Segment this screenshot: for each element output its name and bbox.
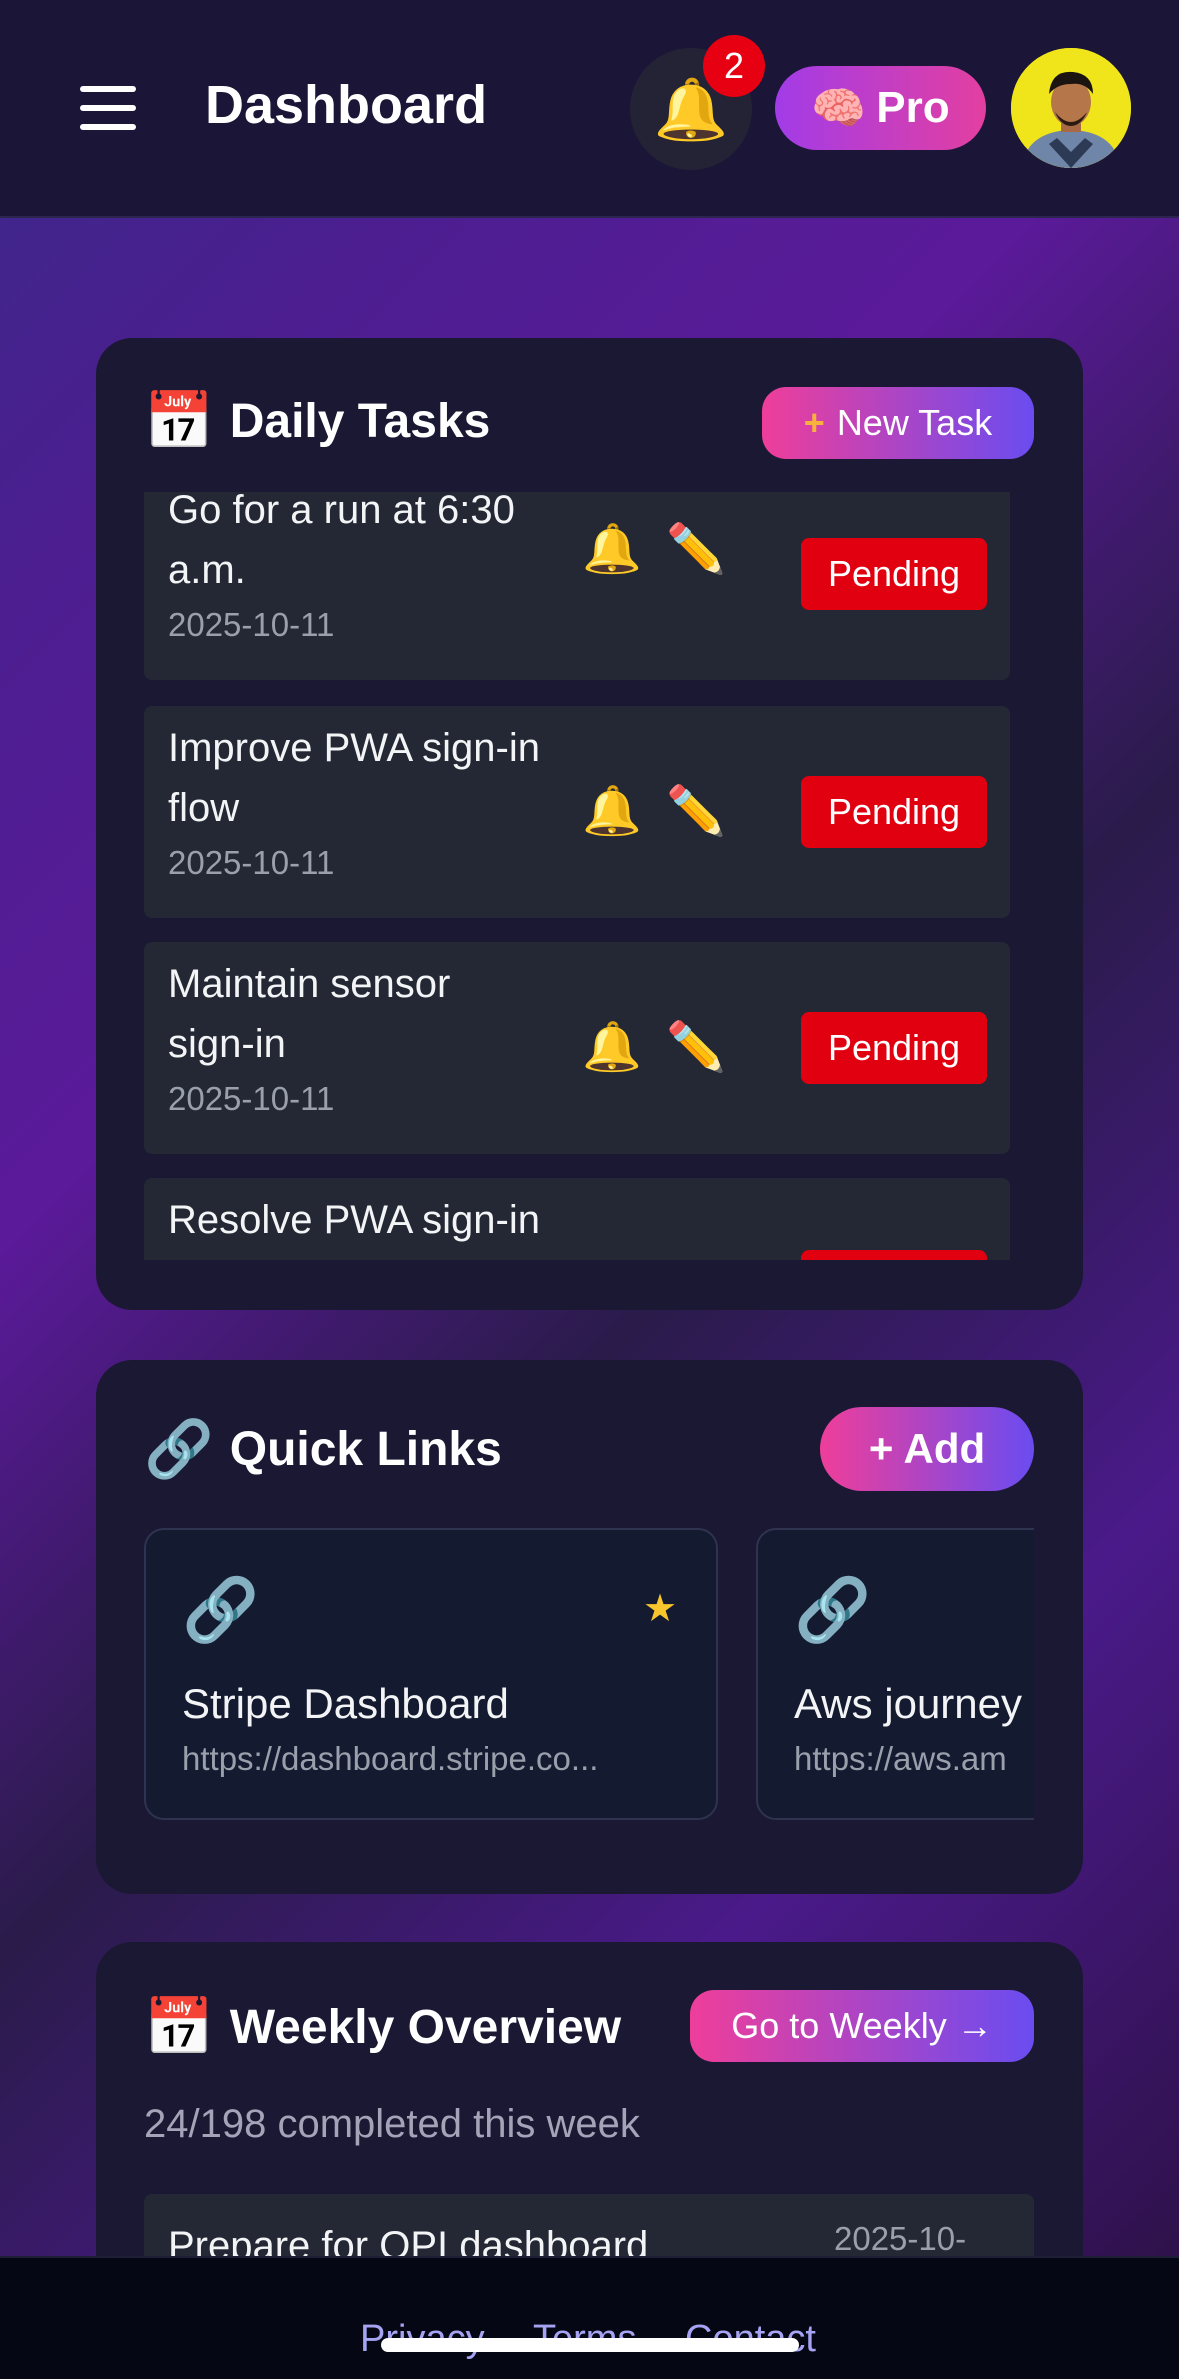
weekly-heading: 📅 Weekly Overview: [144, 1994, 621, 2060]
edit-pencil-icon[interactable]: ✏️: [666, 782, 726, 839]
task-item[interactable]: Maintain sensor sign-in 2025-10-11 🔔 ✏️ …: [144, 942, 1010, 1154]
task-date: 2025-10-11: [168, 606, 335, 643]
task-list[interactable]: Go for a run at 6:30 a.m. 2025-10-11 🔔 ✏…: [144, 492, 1010, 1260]
footer: Privacy Terms Contact: [0, 2256, 1179, 2379]
link-url: https://dashboard.stripe.co...: [182, 1740, 599, 1777]
calendar-icon: 📅: [144, 389, 214, 452]
home-indicator[interactable]: [381, 2338, 799, 2352]
quick-links-card: 🔗 Quick Links + Add 🔗 ★ Stripe Dashboard…: [96, 1360, 1083, 1894]
quick-links-heading: 🔗 Quick Links: [144, 1416, 502, 1482]
go-to-weekly-button[interactable]: Go to Weekly →: [690, 1990, 1034, 2062]
task-item[interactable]: Go for a run at 6:30 a.m. 2025-10-11 🔔 ✏…: [144, 492, 1010, 680]
reminder-bell-icon[interactable]: 🔔: [582, 782, 642, 839]
weekly-task-date: 2025-10-: [834, 2220, 967, 2257]
app-header: Dashboard 🔔 2 🧠 Pro: [0, 0, 1179, 218]
link-name: Stripe Dashboard: [182, 1680, 509, 1727]
status-badge[interactable]: [801, 1250, 987, 1260]
new-task-label: New Task: [836, 402, 993, 443]
edit-pencil-icon[interactable]: ✏️: [666, 1018, 726, 1075]
daily-tasks-heading: 📅 Daily Tasks: [144, 388, 490, 454]
reminder-bell-icon[interactable]: 🔔: [582, 520, 642, 577]
notification-count-badge: 2: [703, 35, 765, 97]
brain-icon: 🧠: [811, 84, 867, 133]
status-badge[interactable]: Pending: [801, 538, 987, 610]
edit-pencil-icon[interactable]: ✏️: [666, 520, 726, 577]
status-badge[interactable]: Pending: [801, 776, 987, 848]
weekly-title: Weekly Overview: [229, 2000, 622, 2054]
link-card[interactable]: 🔗 ★ Stripe Dashboard https://dashboard.s…: [144, 1528, 718, 1820]
pro-button[interactable]: 🧠 Pro: [775, 66, 986, 150]
task-date: 2025-10-11: [168, 1080, 335, 1117]
add-link-button[interactable]: + Add: [820, 1407, 1034, 1491]
task-name: Resolve PWA sign-in: [168, 1198, 540, 1242]
pro-label: Pro: [876, 83, 950, 132]
status-badge[interactable]: Pending: [801, 1012, 987, 1084]
task-name: Improve PWA sign-in flow: [168, 726, 540, 830]
avatar[interactable]: [1011, 48, 1131, 168]
page-title: Dashboard: [205, 75, 488, 135]
link-icon: 🔗: [794, 1576, 872, 1645]
quick-links-title: Quick Links: [229, 1422, 502, 1476]
quick-links-carousel[interactable]: 🔗 ★ Stripe Dashboard https://dashboard.s…: [144, 1528, 1034, 1828]
menu-icon[interactable]: [80, 86, 136, 130]
link-card[interactable]: 🔗 Aws journey https://aws.am: [756, 1528, 1034, 1820]
task-item[interactable]: Resolve PWA sign-in: [144, 1178, 1010, 1260]
plus-icon: +: [803, 402, 825, 443]
task-item[interactable]: Improve PWA sign-in flow 2025-10-11 🔔 ✏️…: [144, 706, 1010, 918]
avatar-photo: [1011, 48, 1131, 168]
task-name: Maintain sensor sign-in: [168, 962, 451, 1066]
daily-tasks-card: 📅 Daily Tasks + New Task Go for a run at…: [96, 338, 1083, 1310]
calendar-icon: 📅: [144, 1995, 214, 2058]
task-date: 2025-10-11: [168, 844, 335, 881]
link-url: https://aws.am: [794, 1740, 1007, 1777]
daily-tasks-title: Daily Tasks: [229, 394, 491, 448]
weekly-progress-text: 24/198 completed this week: [144, 2102, 640, 2146]
new-task-button[interactable]: + New Task: [762, 387, 1034, 459]
star-icon[interactable]: ★: [643, 1586, 677, 1631]
task-name: Go for a run at 6:30 a.m.: [168, 492, 515, 592]
reminder-bell-icon[interactable]: 🔔: [582, 1018, 642, 1075]
link-name: Aws journey: [794, 1680, 1023, 1727]
link-icon: 🔗: [144, 1417, 214, 1480]
link-icon: 🔗: [182, 1576, 260, 1645]
